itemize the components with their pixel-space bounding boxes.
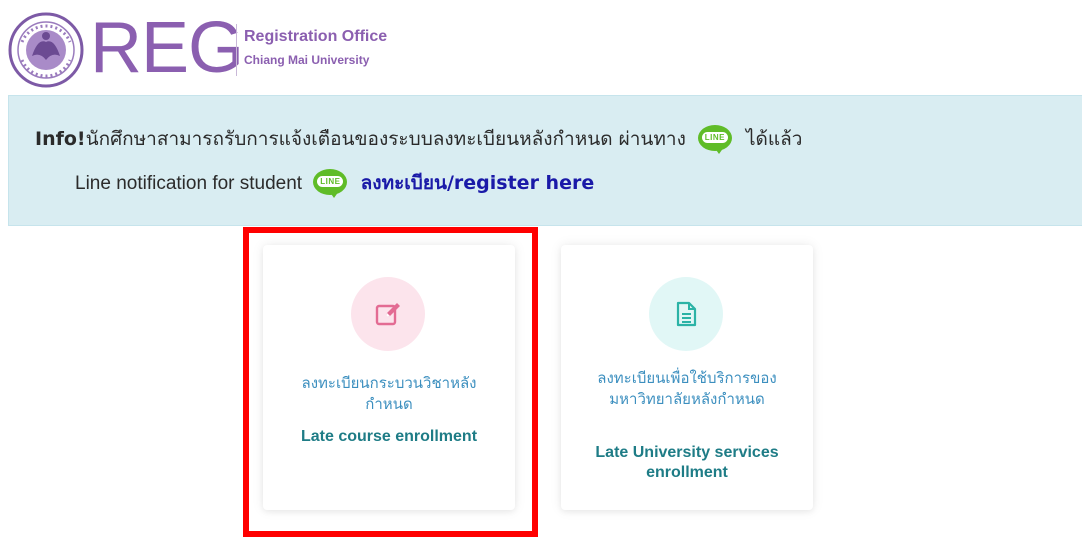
alert-message-text: นักศึกษาสามารถรับการแจ้งเตือนของระบบลงทะ… [85,128,686,150]
logo-divider [236,24,237,76]
info-alert: Info!นักศึกษาสามารถรับการแจ้งเตือนของระบ… [8,95,1082,226]
card-title-english: Late University services enrollment [595,444,779,481]
reg-logo-text: REG [90,8,244,88]
line-notification-row: Line notification for student LINE ลงทะเ… [75,168,594,199]
alert-message: Info!นักศึกษาสามารถรับการแจ้งเตือนของระบ… [35,124,802,155]
university-name: Chiang Mai University [244,53,370,67]
line-app-icon: LINE [697,124,734,155]
highlight-frame [243,227,538,537]
alert-message-suffix: ได้แล้ว [745,128,803,150]
late-university-services-card[interactable]: ลงทะเบียนเพื่อใช้บริการของมหาวิทยาลัยหลั… [561,245,813,510]
site-header: REG Registration Office Chiang Mai Unive… [8,8,508,88]
card-title-thai: ลงทะเบียนเพื่อใช้บริการของมหาวิทยาลัยหลั… [597,369,777,408]
alert-label: Info! [35,128,86,150]
university-seal-logo [8,12,84,88]
document-icon [676,301,697,327]
document-icon-circle [649,277,723,351]
line-app-icon: LINE [313,168,349,199]
line-register-link[interactable]: ลงทะเบียน/register here [361,172,595,194]
line-notification-label: Line notification for student [75,173,303,194]
office-title: Registration Office [244,28,388,45]
